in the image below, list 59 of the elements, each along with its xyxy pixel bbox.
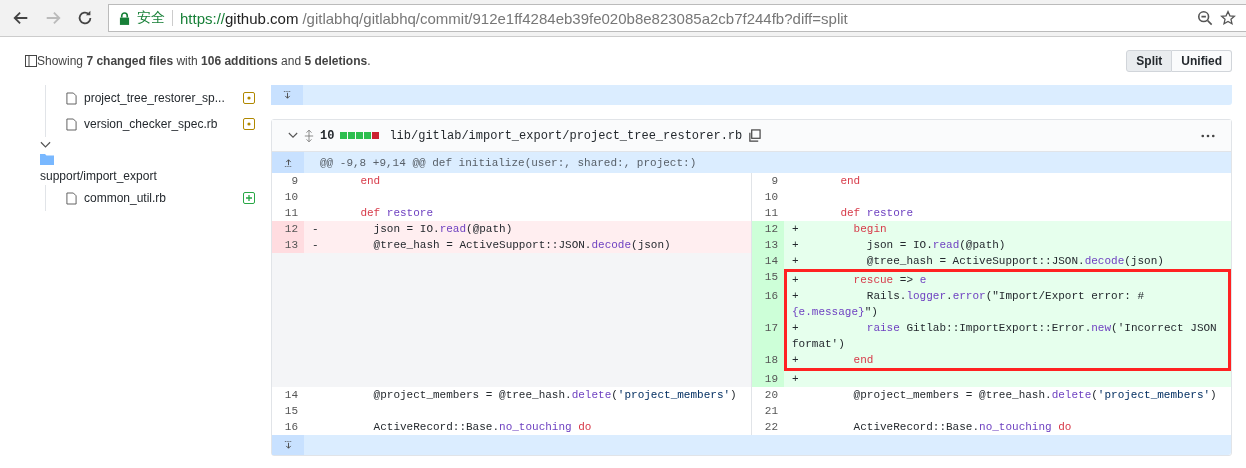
file-name[interactable]: project_tree_restorer_sp... [84,91,236,105]
chevron-icon[interactable] [288,132,298,139]
zoom-icon[interactable] [1197,10,1213,26]
file-name[interactable]: version_checker_spec.rb [84,117,236,131]
move-icon[interactable] [304,129,314,142]
line-number: 17 [751,320,784,352]
line-number: 9 [751,173,784,189]
line-number: 13 [751,237,784,253]
expand-up-icon [283,158,293,167]
line-number: 15 [283,404,299,419]
line-number: 16 [751,288,784,320]
security-label: 安全 [137,9,165,27]
more-options-icon[interactable] [1201,133,1215,138]
code-line: end [839,174,862,189]
line-number: 9 [290,174,299,189]
line-number: 14 [283,388,299,403]
code-line: def restore [359,206,435,221]
change-count: 10 [320,128,335,143]
line-number: 13 [272,237,304,253]
file-icon [66,117,77,131]
code-line: @project_members = @tree_hash.delete('project_members') [372,388,738,403]
line-number: 16 [283,420,299,435]
line-number: 15 [751,269,784,288]
changes-summary: Showing 7 changed files with 106 additions and 5 deletions. [37,54,371,68]
line-number: 10 [283,190,299,205]
file-name[interactable]: common_util.rb [84,191,236,205]
star-icon[interactable] [1220,10,1236,26]
view-mode-tab[interactable]: Split [1126,50,1173,72]
lock-icon [119,11,130,25]
chevron-icon[interactable] [40,141,51,149]
view-mode-tab[interactable]: Unified [1172,50,1232,72]
line-number: 12 [272,221,304,237]
reload-icon[interactable] [76,9,94,27]
back-icon[interactable] [12,9,30,27]
code-line: end [359,174,382,189]
copy-icon[interactable] [748,129,762,142]
code-line: ActiveRecord::Base.no_touching do [852,420,1073,435]
folder-name[interactable]: support/import_export [40,169,157,183]
line-number: 11 [283,206,299,221]
line-number: 21 [751,403,784,419]
folder-icon [40,153,54,165]
line-number: 20 [751,387,784,403]
code-line: @project_members = @tree_hash.delete('project_members') [852,388,1218,403]
code-line: ActiveRecord::Base.no_touching do [372,420,593,435]
url-text: https://github.com /gitlabhq/gitlabhq/commit/912e1ff4284eb39fe020b8e823085a2cb7f244fb?diff=split [180,9,848,27]
hunk-range: @@ -9,8 +9,14 @@ def initialize(user:, shared:, project:) [319,155,697,171]
line-number: 12 [751,221,784,237]
address-bar[interactable]: 安全 https://github.com /gitlabhq/gitlabhq/commit/912e1ff4284eb39fe020b8e823085a2cb7f244fb?diff=split [108,4,1246,32]
line-number: 10 [751,189,784,205]
file-path: lib/gitlab/import_export/project_tree_restorer.rb [389,128,743,143]
line-number: 14 [751,253,784,269]
sidebar-toggle-icon[interactable] [25,55,37,67]
code-line: def restore [839,206,915,221]
line-number: 18 [751,352,784,371]
expand-down-icon [283,440,293,450]
line-number: 19 [751,371,784,387]
expand-down-icon [282,90,292,100]
file-icon [66,91,77,105]
file-icon [66,191,77,205]
